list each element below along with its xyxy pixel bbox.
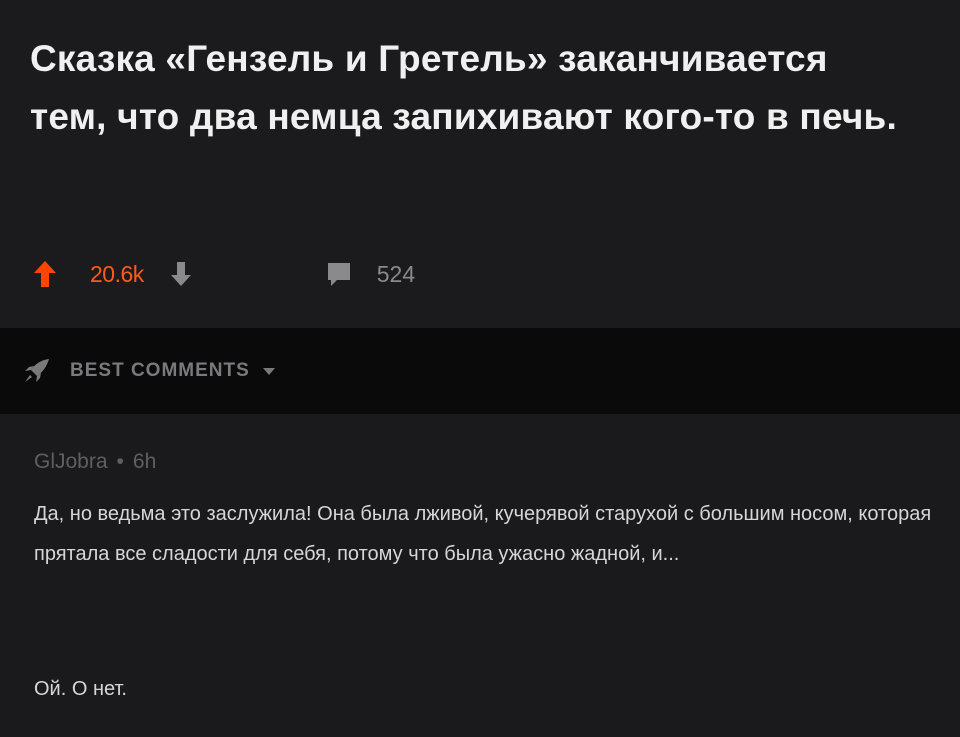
comment-meta: GlJobra • 6h (34, 450, 156, 474)
post-title: Сказка «Гензель и Гретель» заканчивается… (30, 38, 897, 137)
comment-sort-bar: BEST COMMENTS (0, 328, 960, 414)
upvote-button[interactable] (30, 257, 60, 291)
meta-separator: • (116, 450, 124, 473)
comment-count: 524 (376, 260, 416, 287)
post-actions: 20.6k 524 (30, 256, 415, 292)
comment-text: Да, но ведьма это заслужила! Она была лж… (34, 503, 932, 565)
comments-section: GlJobra • 6h Да, но ведьма это заслужила! … (0, 414, 960, 737)
chevron-down-icon (262, 368, 275, 375)
sort-comments-dropdown[interactable]: BEST COMMENTS (22, 357, 276, 385)
comment-time: 6h (132, 450, 157, 473)
arrow-up-icon (34, 261, 56, 287)
vote-count: 20.6k (90, 260, 144, 287)
comment-bubble-icon (327, 263, 350, 286)
reddit-post-page: Сказка «Гензель и Гретель» заканчивается… (0, 0, 960, 737)
downvote-button[interactable] (166, 257, 196, 291)
comments-button[interactable] (323, 257, 355, 291)
sort-label: BEST COMMENTS (70, 360, 250, 381)
comment-author[interactable]: GlJobra (34, 450, 108, 473)
rocket-icon (25, 359, 49, 382)
arrow-down-icon (170, 262, 191, 286)
post-card: Сказка «Гензель и Гретель» заканчивается… (0, 0, 960, 328)
reply-text: Ой. О нет. (34, 678, 127, 700)
